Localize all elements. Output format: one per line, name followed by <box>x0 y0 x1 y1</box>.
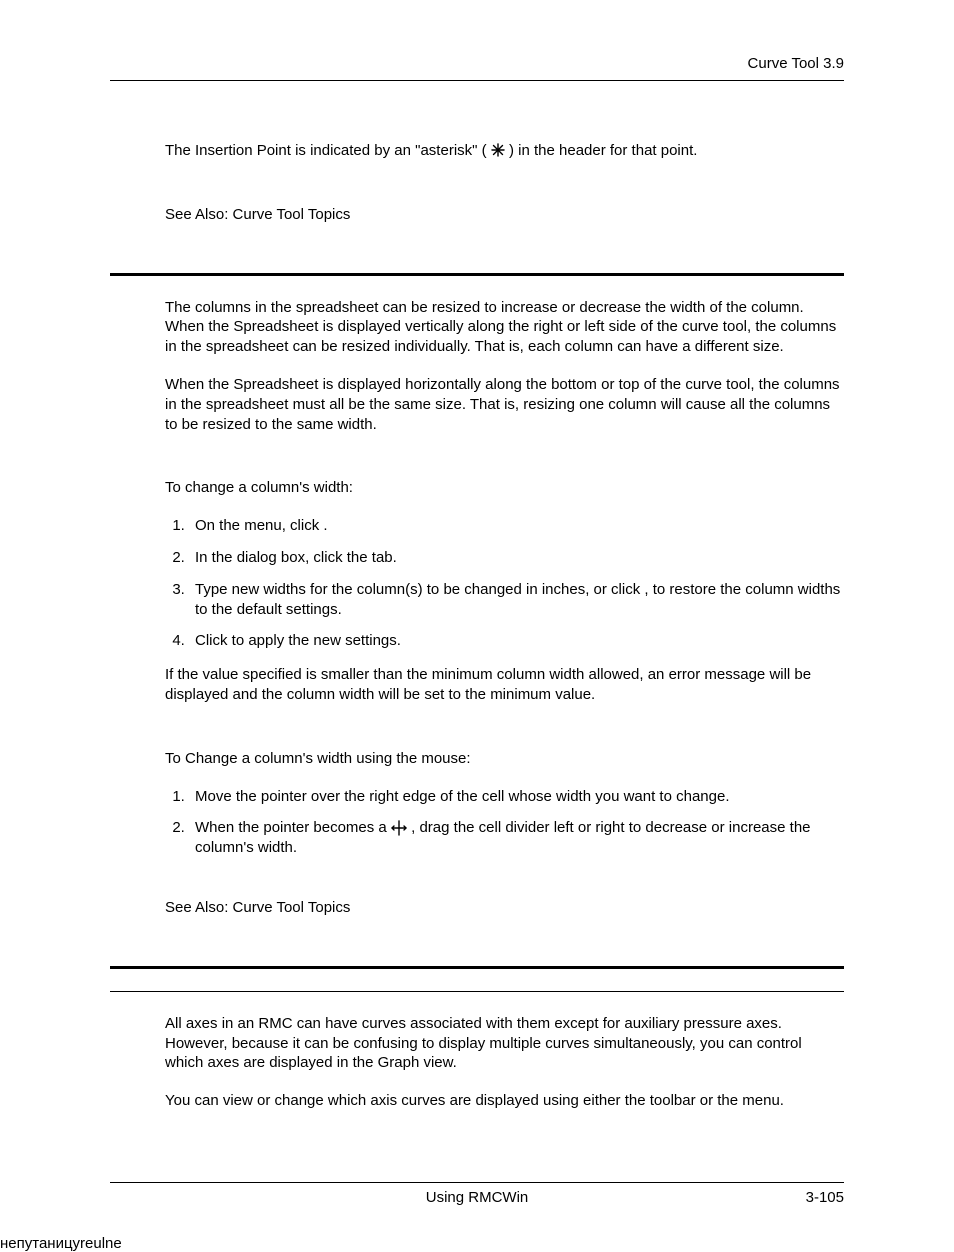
divider-thick <box>110 966 844 969</box>
list-item: Move the pointer over the right edge of … <box>189 787 844 807</box>
paragraph: To change a column's width: <box>165 478 844 498</box>
paragraph: If the value specified is smaller than t… <box>165 665 844 705</box>
text: In the dialog box, click the tab. <box>195 549 397 566</box>
page-footer: Using RMCWin 3-105 <box>110 1182 844 1189</box>
ordered-list: Move the pointer over the right edge of … <box>165 787 844 858</box>
paragraph: You can view or change which axis curves… <box>165 1091 844 1111</box>
text: Type new widths for the column(s) to be … <box>195 581 840 618</box>
divider-thick <box>110 273 844 276</box>
page: Curve Tool 3.9 The Insertion Point is in… <box>0 0 954 1235</box>
footer-center: Using RMCWin <box>110 1189 844 1206</box>
paragraph: All axes in an RMC can have curves assoc… <box>165 1014 844 1073</box>
paragraph: When the Spreadsheet is displayed horizo… <box>165 375 844 434</box>
text: The Insertion Point is indicated by an "… <box>165 142 487 159</box>
page-header-right: Curve Tool 3.9 <box>110 55 844 81</box>
text: On the menu, click . <box>195 517 328 534</box>
resize-horizontal-icon <box>391 820 407 836</box>
see-also: See Also: Curve Tool Topics <box>165 205 844 225</box>
see-also: See Also: Curve Tool Topics <box>165 898 844 918</box>
footer-page-number: 3-105 <box>806 1189 844 1206</box>
text: When the pointer becomes a <box>195 819 391 836</box>
section-insertion-point: The Insertion Point is indicated by an "… <box>165 141 844 225</box>
list-item: In the dialog box, click the tab. <box>189 548 844 568</box>
section-resize-columns: The columns in the spreadsheet can be re… <box>165 298 844 918</box>
paragraph: The Insertion Point is indicated by an "… <box>165 141 844 161</box>
text: ) in the header for that point. <box>509 142 697 159</box>
asterisk-icon <box>491 143 505 157</box>
list-item: When the pointer becomes a , drag the ce… <box>189 818 844 858</box>
divider-thin <box>110 991 844 992</box>
list-item: On the menu, click . <box>189 516 844 536</box>
paragraph: The columns in the spreadsheet can be re… <box>165 298 844 357</box>
text: Move the pointer over the right edge of … <box>195 788 730 805</box>
ordered-list: On the menu, click . In the dialog box, … <box>165 516 844 651</box>
list-item: Click to apply the new settings. <box>189 631 844 651</box>
section-axes: All axes in an RMC can have curves assoc… <box>165 1014 844 1111</box>
paragraph: To Change a column's width using the mou… <box>165 749 844 769</box>
text: Click to apply the new settings. <box>195 632 401 649</box>
list-item: Type new widths for the column(s) to be … <box>189 580 844 620</box>
